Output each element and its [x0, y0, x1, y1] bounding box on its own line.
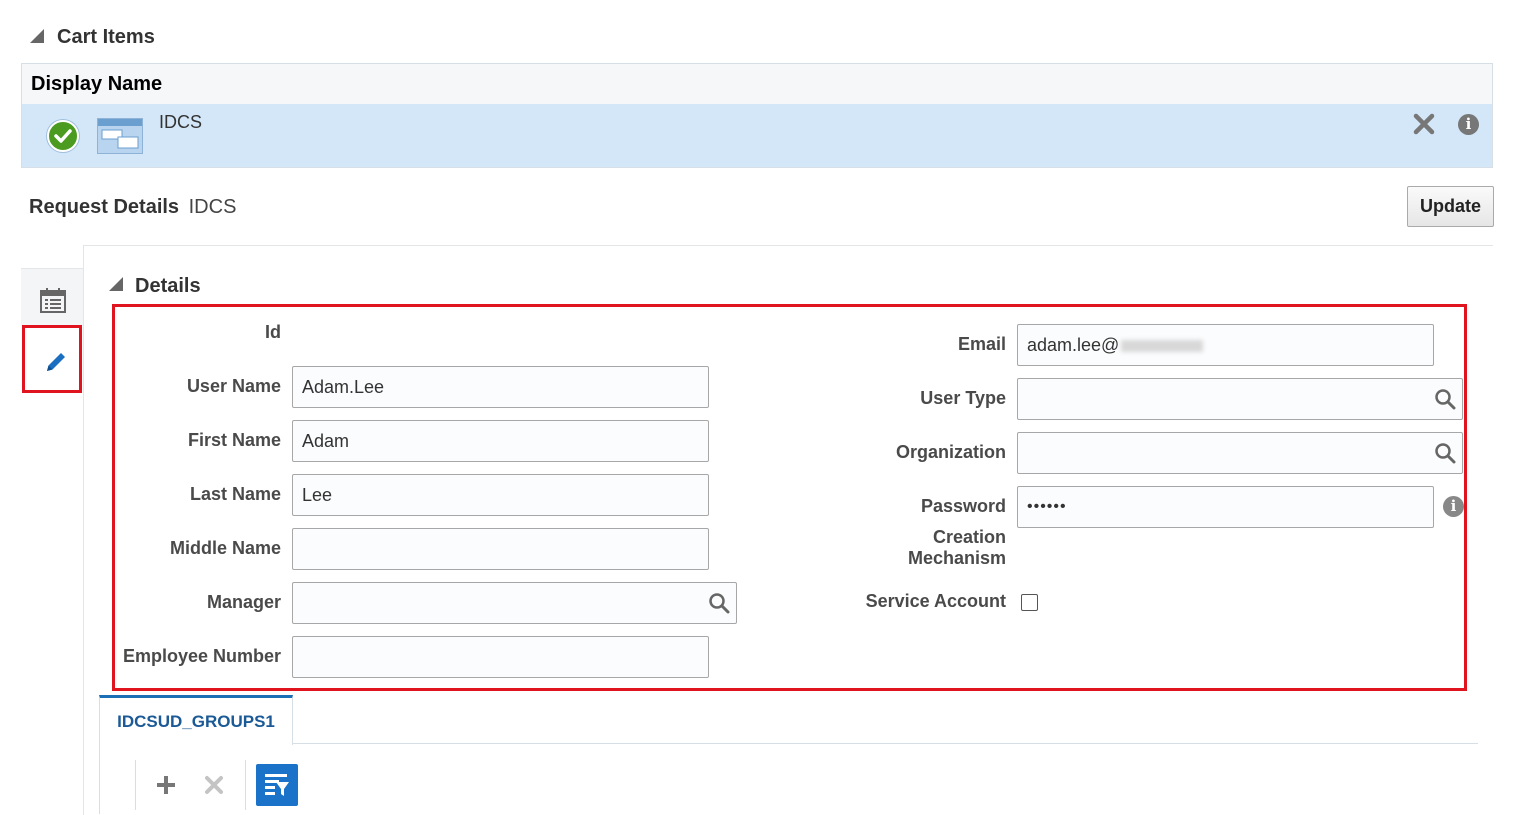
tab-content-border: [99, 743, 100, 814]
first-name-field[interactable]: [292, 420, 709, 462]
panel-divider: [83, 245, 1493, 246]
request-details-header: Request Details IDCS: [29, 196, 236, 219]
side-tab-schedule[interactable]: [21, 268, 83, 326]
update-button[interactable]: Update: [1407, 186, 1494, 227]
toolbar-separator: [135, 760, 136, 810]
cart-row[interactable]: IDCS i: [22, 104, 1492, 167]
pencil-icon: [47, 353, 65, 371]
creation-label-line2: Mechanism: [907, 548, 1006, 568]
info-icon[interactable]: i: [1443, 496, 1464, 517]
column-header-display-name[interactable]: Display Name: [22, 64, 1492, 105]
first-name-label: First Name: [187, 430, 281, 450]
cart-items-title: Cart Items: [57, 26, 155, 48]
filter-icon: [265, 774, 289, 796]
collapse-triangle-icon[interactable]: [109, 277, 123, 291]
creation-label-line1: Creation: [932, 527, 1006, 547]
request-details-name: IDCS: [188, 196, 237, 218]
remove-icon[interactable]: [1412, 112, 1436, 136]
tab-idcsud-groups1[interactable]: IDCSUD_GROUPS1: [99, 695, 293, 745]
filter-button[interactable]: [256, 764, 298, 806]
calendar-icon: [40, 288, 66, 313]
email-label: Email: [957, 334, 1006, 354]
employee-number-field[interactable]: [292, 636, 709, 678]
organization-label: Organization: [895, 442, 1006, 462]
last-name-field[interactable]: [292, 474, 709, 516]
search-icon[interactable]: [708, 592, 730, 614]
last-name-label: Last Name: [189, 484, 281, 504]
collapse-triangle-icon[interactable]: [30, 29, 44, 43]
close-icon[interactable]: [204, 775, 224, 795]
user-type-field[interactable]: [1017, 378, 1463, 420]
organization-field[interactable]: [1017, 432, 1463, 474]
employee-number-label: Employee Number: [122, 646, 281, 666]
panel-divider-vertical: [83, 245, 84, 815]
password-field[interactable]: ••••••: [1017, 486, 1434, 528]
user-type-label: User Type: [920, 388, 1006, 408]
middle-name-label: Middle Name: [169, 538, 281, 558]
redacted-text: [1121, 340, 1204, 353]
manager-field[interactable]: [292, 582, 737, 624]
creation-mechanism-label: Creation Mechanism: [850, 527, 1006, 569]
email-value: adam.lee@: [1027, 335, 1120, 355]
password-label: Password: [920, 496, 1006, 516]
check-icon: [47, 120, 79, 152]
id-label: Id: [265, 322, 281, 342]
cart-items-table: Display Name IDCS i: [21, 63, 1493, 168]
service-account-checkbox[interactable]: [1021, 594, 1038, 611]
request-details-title: Request Details: [29, 196, 180, 218]
middle-name-field[interactable]: [292, 528, 709, 570]
user-name-field[interactable]: [292, 366, 709, 408]
search-icon[interactable]: [1434, 388, 1456, 410]
user-name-label: User Name: [186, 376, 281, 396]
service-account-label: Service Account: [865, 591, 1006, 611]
manager-label: Manager: [206, 592, 281, 612]
email-field[interactable]: adam.lee@: [1017, 324, 1434, 366]
toolbar-separator: [245, 760, 246, 810]
cart-item-label[interactable]: IDCS: [159, 112, 202, 133]
info-icon[interactable]: i: [1458, 114, 1479, 135]
plus-icon[interactable]: [155, 774, 177, 796]
application-icon: [97, 118, 143, 154]
tab-divider: [293, 743, 1478, 744]
search-icon[interactable]: [1434, 442, 1456, 464]
details-title: Details: [135, 275, 201, 297]
side-tab-edit[interactable]: [22, 325, 82, 393]
